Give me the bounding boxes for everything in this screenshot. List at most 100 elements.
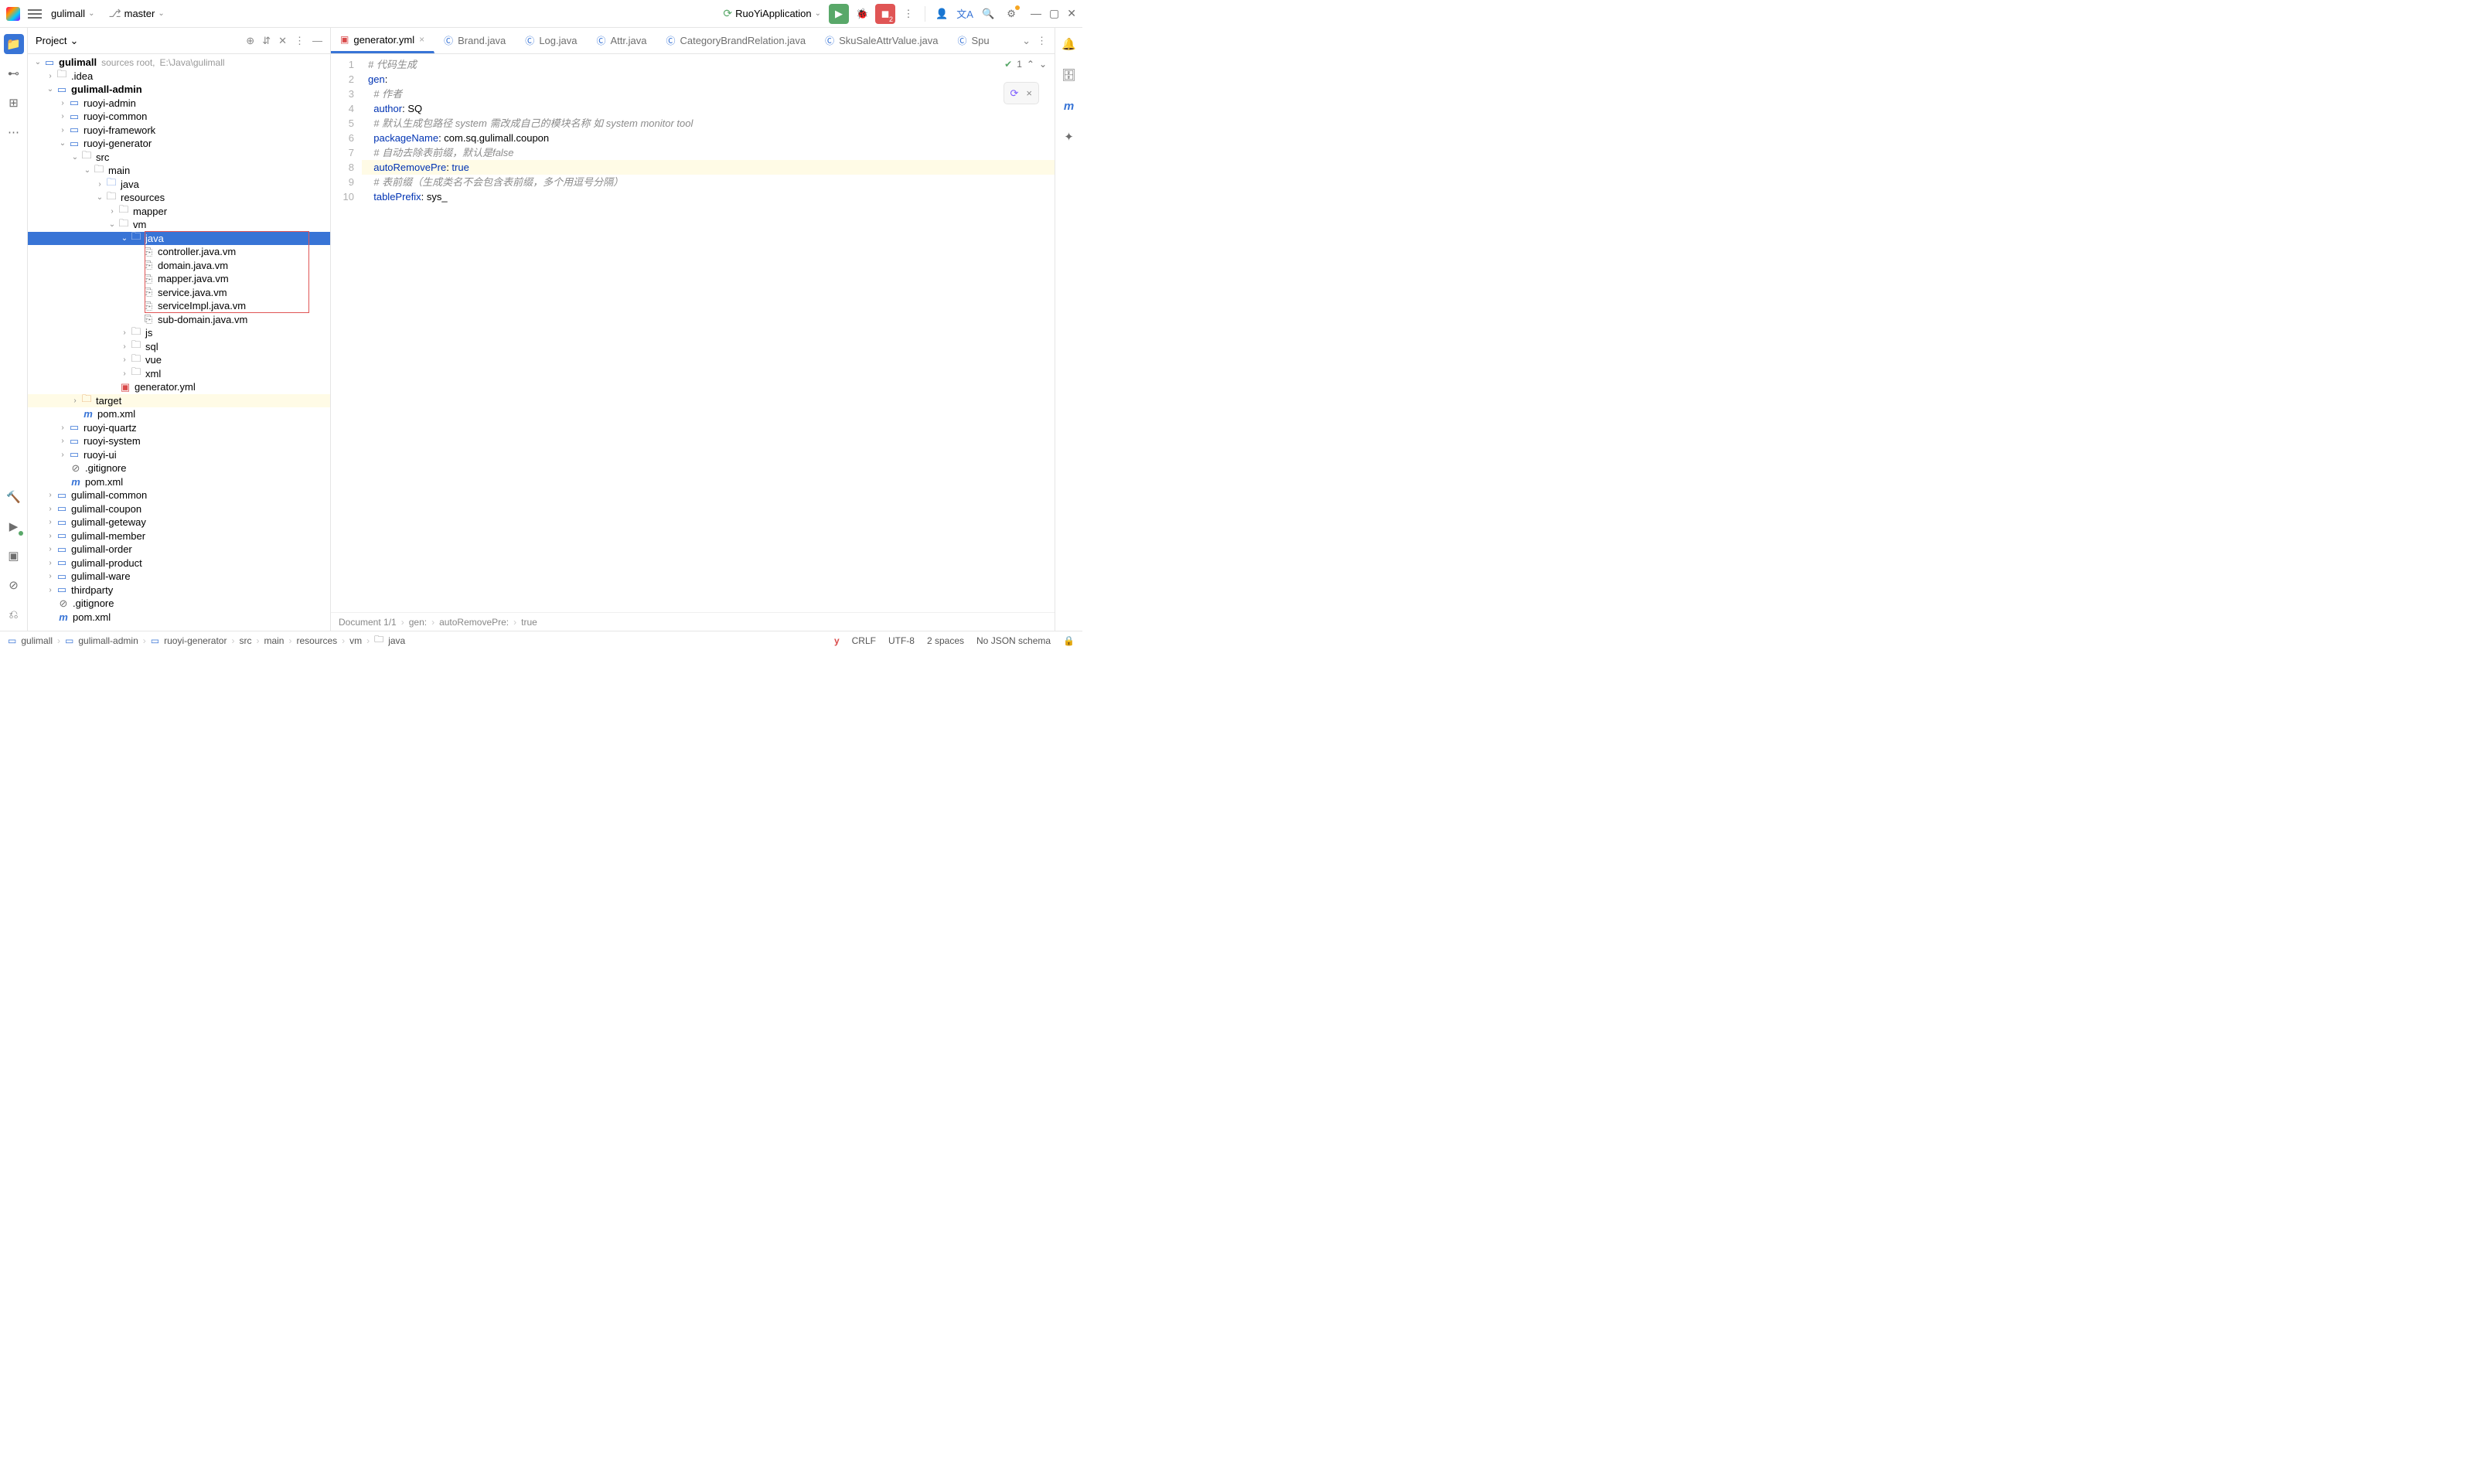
commit-tool-icon[interactable]: ⊷ — [4, 63, 24, 83]
inspection-marker[interactable]: ✔1⌃⌄ — [1004, 57, 1047, 72]
tree-row-selected[interactable]: ⌄🗀java — [28, 232, 330, 246]
tree-row[interactable]: ⎘sub-domain.java.vm — [28, 313, 330, 327]
tab-sku[interactable]: ⒸSkuSaleAttrValue.java — [816, 28, 948, 53]
structure-tool-icon[interactable]: ⊞ — [4, 93, 24, 113]
project-tree[interactable]: ⌄▭gulimallsources root,E:\Java\gulimall … — [28, 54, 330, 631]
run-button[interactable]: ▶ — [829, 4, 849, 24]
tree-row[interactable]: ›🗀mapper — [28, 205, 330, 219]
stop-button[interactable]: ◼2 — [875, 4, 895, 24]
tree-row[interactable]: ›▭gulimall-geteway — [28, 516, 330, 529]
tree-row[interactable]: ›▭ruoyi-ui — [28, 448, 330, 462]
tree-row[interactable]: ⎘serviceImpl.java.vm — [28, 299, 330, 313]
more-tool-icon[interactable]: ⋯ — [4, 122, 24, 142]
main-menu-icon[interactable] — [28, 7, 42, 21]
tree-row[interactable]: mpom.xml — [28, 475, 330, 489]
minimize-icon[interactable]: — — [1031, 7, 1041, 20]
vcs-branch[interactable]: ⎇ master ⌄ — [108, 7, 164, 20]
project-tool-icon[interactable]: 📁 — [4, 34, 24, 54]
tree-row[interactable]: ›🗀xml — [28, 367, 330, 381]
code-breadcrumb[interactable]: Document 1/1› gen:› autoRemovePre:› true — [331, 612, 1055, 631]
tree-row[interactable]: ⊘.gitignore — [28, 461, 330, 475]
debug-button[interactable]: 🐞 — [852, 4, 872, 24]
indent[interactable]: 2 spaces — [927, 635, 964, 646]
notifications-icon[interactable]: 🔔 — [1059, 34, 1079, 54]
code-editor[interactable]: 12345678910 # 代码生成 gen: # 作者 author: SQ … — [331, 54, 1055, 612]
tree-row[interactable]: ›▭gulimall-common — [28, 488, 330, 502]
tree-row[interactable]: ›🗀target — [28, 394, 330, 408]
tree-row[interactable]: ›▭gulimall-order — [28, 543, 330, 556]
tab-dropdown-icon[interactable]: ⌄ — [1022, 35, 1031, 47]
tree-row[interactable]: ›🗀java — [28, 178, 330, 192]
tab-brand[interactable]: ⒸBrand.java — [434, 28, 516, 53]
code-with-me-icon[interactable]: 👤 — [932, 4, 952, 24]
tree-row[interactable]: ⌄🗀resources — [28, 191, 330, 205]
tree-row[interactable]: mpom.xml — [28, 611, 330, 625]
select-opened-icon[interactable]: ⊕ — [246, 35, 254, 47]
tree-row[interactable]: ▣generator.yml — [28, 380, 330, 394]
tree-row[interactable]: ⎘service.java.vm — [28, 286, 330, 300]
tab-log[interactable]: ⒸLog.java — [516, 28, 587, 53]
line-separator[interactable]: CRLF — [852, 635, 876, 646]
tree-row[interactable]: ›▭gulimall-ware — [28, 570, 330, 584]
tab-more-icon[interactable]: ⋮ — [1037, 35, 1047, 47]
more-icon[interactable]: ⋮ — [898, 4, 918, 24]
ai-icon[interactable]: ⟳ — [1010, 86, 1019, 100]
tree-row[interactable]: ›▭gulimall-coupon — [28, 502, 330, 516]
code-lines[interactable]: # 代码生成 gen: # 作者 author: SQ # 默认生成包路径 sy… — [362, 54, 1055, 612]
yaml-icon[interactable]: y — [834, 635, 840, 646]
settings-icon[interactable]: ⚙ — [1001, 4, 1021, 24]
collapse-icon[interactable]: ✕ — [278, 35, 287, 47]
tree-row[interactable]: ⊘.gitignore — [28, 597, 330, 611]
problems-icon[interactable]: ⊘ — [4, 575, 24, 595]
close-icon[interactable]: ✕ — [1067, 7, 1076, 20]
tree-row[interactable]: ⎘controller.java.vm — [28, 245, 330, 259]
tree-row[interactable]: ⎘mapper.java.vm — [28, 272, 330, 286]
build-tool-icon[interactable]: 🔨 — [4, 487, 24, 507]
tree-row[interactable]: ⌄▭gulimallsources root,E:\Java\gulimall — [28, 56, 330, 70]
close-icon[interactable]: × — [1026, 86, 1032, 100]
tree-row[interactable]: ⌄🗀src — [28, 151, 330, 165]
tree-row[interactable]: ⌄▭gulimall-admin — [28, 83, 330, 97]
tab-category[interactable]: ⒸCategoryBrandRelation.java — [656, 28, 816, 53]
maven-icon[interactable]: m — [1059, 96, 1079, 116]
tree-row[interactable]: ›▭ruoyi-common — [28, 110, 330, 124]
panel-more-icon[interactable]: ⋮ — [295, 35, 305, 47]
float-toolbar[interactable]: ⟳× — [1004, 82, 1040, 104]
run-configuration[interactable]: ⟳ RuoYiApplication ⌄ — [723, 7, 821, 20]
tree-row[interactable]: ⎘domain.java.vm — [28, 259, 330, 273]
close-icon[interactable]: × — [419, 34, 424, 45]
hide-icon[interactable]: — — [312, 35, 322, 47]
run-tool-icon[interactable]: ▶ — [4, 516, 24, 536]
tree-row[interactable]: ›🗀js — [28, 326, 330, 340]
tree-row[interactable]: ›▭ruoyi-framework — [28, 124, 330, 138]
tree-row[interactable]: ⌄🗀vm — [28, 218, 330, 232]
tree-row[interactable]: ›▭ruoyi-admin — [28, 97, 330, 111]
tree-row[interactable]: ›▭gulimall-member — [28, 529, 330, 543]
project-selector[interactable]: gulimall ⌄ — [51, 8, 94, 19]
tab-generator-yml[interactable]: ▣generator.yml× — [331, 28, 434, 53]
tree-row[interactable]: mpom.xml — [28, 407, 330, 421]
panel-title[interactable]: Project ⌄ — [36, 35, 78, 47]
git-icon[interactable]: ⎌ — [4, 604, 24, 625]
lock-icon[interactable]: 🔒 — [1063, 635, 1075, 646]
schema[interactable]: No JSON schema — [976, 635, 1051, 646]
tree-row[interactable]: ›▭ruoyi-quartz — [28, 421, 330, 435]
expand-icon[interactable]: ⇵ — [262, 35, 271, 47]
tree-row[interactable]: ›🗀vue — [28, 353, 330, 367]
tree-row[interactable]: ›▭thirdparty — [28, 584, 330, 597]
ai-assistant-icon[interactable]: ✦ — [1059, 127, 1079, 147]
tree-row[interactable]: ⌄🗀main — [28, 164, 330, 178]
encoding[interactable]: UTF-8 — [888, 635, 915, 646]
tree-row[interactable]: ›▭ruoyi-system — [28, 434, 330, 448]
tree-row[interactable]: ⌄▭ruoyi-generator — [28, 137, 330, 151]
search-icon[interactable]: 🔍 — [978, 4, 998, 24]
translate-icon[interactable]: 文A — [955, 4, 975, 24]
database-icon[interactable]: 🗄 — [1059, 65, 1079, 85]
down-icon[interactable]: ⌄ — [1039, 57, 1047, 72]
up-icon[interactable]: ⌃ — [1027, 57, 1034, 72]
tab-spu[interactable]: ⒸSpu — [948, 28, 999, 53]
maximize-icon[interactable]: ▢ — [1049, 7, 1059, 20]
tree-row[interactable]: ›🗀.idea — [28, 70, 330, 83]
terminal-icon[interactable]: ▣ — [4, 546, 24, 566]
tab-attr[interactable]: ⒸAttr.java — [587, 28, 656, 53]
